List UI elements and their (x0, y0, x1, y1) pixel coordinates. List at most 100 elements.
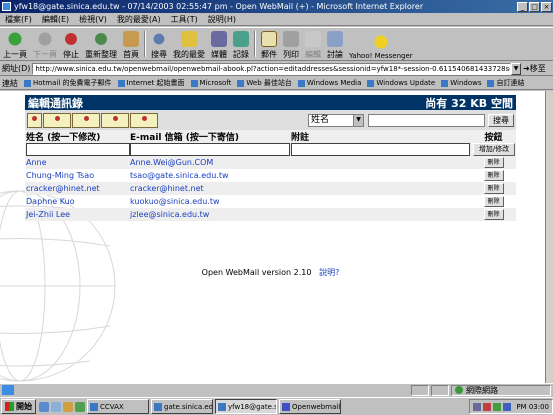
help-link[interactable]: 說明? (319, 268, 339, 277)
contact-email-link[interactable]: tsao@gate.sinica.edu.tw (130, 171, 229, 180)
messenger-button[interactable]: Yahoo! Messenger (346, 28, 416, 60)
forward-arrow-icon (37, 31, 53, 47)
close-button[interactable]: × (541, 1, 552, 12)
add-modify-button[interactable]: 增加/修改 (473, 142, 515, 156)
favorites-label: 我的最愛 (173, 50, 205, 59)
quicklaunch-desktop-icon[interactable] (51, 401, 61, 412)
tray-icon[interactable] (483, 402, 492, 411)
search-submit-button[interactable]: 搜尋 (488, 113, 514, 127)
import-addressbook-button[interactable] (43, 112, 71, 128)
contact-email-link[interactable]: jzlee@sinica.edu.tw (130, 210, 209, 219)
note-input[interactable] (291, 142, 470, 156)
page-icon (190, 79, 198, 87)
export-addressbook-button[interactable] (101, 112, 129, 128)
minimize-button[interactable]: _ (517, 1, 528, 12)
contact-email-link[interactable]: cracker@hinet.net (130, 184, 204, 193)
print-button[interactable]: 列印 (280, 28, 302, 60)
task-ccvax[interactable]: CCVAX (87, 399, 149, 414)
tray-icon[interactable] (493, 402, 502, 411)
quicklaunch-outlook-icon[interactable] (63, 401, 73, 412)
tray-icon[interactable] (503, 402, 512, 411)
table-row: Anne Anne.Wei@Gun.COM 刪除 (25, 156, 516, 169)
contact-email-link[interactable]: Anne.Wei@Gun.COM (130, 158, 213, 167)
start-button[interactable]: 開始 (1, 399, 36, 414)
address-dropdown-button[interactable]: ▼ (511, 62, 521, 75)
forward-button[interactable]: 下一頁 (30, 28, 60, 60)
email-input[interactable] (130, 142, 290, 156)
contact-name-link[interactable]: Daphne Kuo (26, 197, 75, 206)
name-input[interactable] (26, 142, 130, 156)
edit-label: 編輯 (305, 50, 321, 59)
delete-button[interactable]: 刪除 (483, 196, 504, 207)
contact-name-link[interactable]: Anne (26, 158, 47, 167)
clear-addressbook-button[interactable] (130, 112, 158, 128)
task-openwebmail[interactable]: Openwebmail (279, 399, 341, 414)
address-bar: 網址(D) http://www.sinica.edu.tw/openwebma… (0, 62, 553, 76)
link-item[interactable]: Microsoft (188, 79, 235, 87)
address-input[interactable]: http://www.sinica.edu.tw/openwebmail/ope… (32, 62, 511, 75)
delete-button[interactable]: 刪除 (483, 157, 504, 168)
menu-favorites[interactable]: 我的最愛(A) (112, 14, 166, 25)
status-cell (431, 384, 449, 396)
task-yfw18[interactable]: yfw18@gate.sin... (215, 399, 277, 414)
favorites-button[interactable]: 我的最愛 (170, 28, 208, 60)
go-button[interactable]: ➜ 移至 (523, 63, 553, 74)
menu-edit[interactable]: 編輯(E) (37, 14, 74, 25)
refresh-label: 重新整理 (85, 50, 117, 59)
discuss-button[interactable]: 討論 (324, 28, 346, 60)
status-bar: 網際網路 (0, 383, 553, 396)
col-action-header: 按鈕 (484, 132, 503, 143)
back-button[interactable]: 上一頁 (0, 28, 30, 60)
contact-name-link[interactable]: cracker@hinet.net (26, 184, 100, 193)
quota-text: 尚有 32 KB 空間 (425, 96, 513, 110)
delete-button[interactable]: 刪除 (483, 170, 504, 181)
history-button[interactable]: 記錄 (230, 28, 252, 60)
link-item[interactable]: Windows (438, 79, 484, 87)
version-text: Open WebMail version 2.10 (201, 268, 312, 277)
quicklaunch-app-icon[interactable] (75, 401, 85, 412)
back-to-mail-button[interactable] (27, 112, 42, 128)
table-row: Jei-Zhii Lee jzlee@sinica.edu.tw 刪除 (25, 208, 516, 221)
link-item[interactable]: Web 最佳站台 (234, 78, 295, 88)
link-item[interactable]: Windows Update (364, 79, 438, 87)
edit-button[interactable]: 編輯 (302, 28, 324, 60)
contact-name-link[interactable]: Jei-Zhii Lee (26, 210, 70, 219)
search-button[interactable]: 搜尋 (148, 28, 170, 60)
mail-button[interactable]: 郵件 (258, 28, 280, 60)
stop-button[interactable]: 停止 (60, 28, 82, 60)
addressbook-header: 編輯通訊錄 尚有 32 KB 空間 (25, 95, 516, 110)
search-input[interactable] (368, 113, 485, 127)
task-gate[interactable]: gate.sinica.edu... (151, 399, 213, 414)
link-item[interactable]: Windows Media (295, 79, 365, 87)
tray-icon[interactable] (473, 402, 482, 411)
home-button[interactable]: 首頁 (120, 28, 142, 60)
link-item[interactable]: 自訂連結 (484, 78, 527, 88)
contact-email-link[interactable]: kuokuo@sinica.edu.tw (130, 197, 220, 206)
link-item[interactable]: Hotmail 的免費電子郵件 (21, 78, 115, 88)
menu-help[interactable]: 說明(H) (203, 14, 241, 25)
media-button[interactable]: 媒體 (208, 28, 230, 60)
link-item[interactable]: Internet 起始畫面 (115, 78, 188, 88)
menu-tools[interactable]: 工具(T) (166, 14, 203, 25)
menu-view[interactable]: 檢視(V) (74, 14, 112, 25)
delete-button[interactable]: 刪除 (483, 209, 504, 220)
favorites-star-icon (181, 31, 197, 47)
footer: Open WebMail version 2.10 說明? (25, 267, 516, 278)
status-cell (411, 384, 429, 396)
home-icon (123, 31, 139, 47)
contact-name-link[interactable]: Chung-Ming Tsao (26, 171, 94, 180)
windows-flag-icon (5, 402, 14, 411)
page-icon (367, 79, 375, 87)
search-field-value: 姓名 (311, 114, 330, 125)
refresh-button[interactable]: 重新整理 (82, 28, 120, 60)
ie-icon (2, 2, 11, 11)
search-field-select[interactable]: 姓名 ▼ (308, 113, 364, 127)
start-label: 開始 (16, 402, 32, 411)
menu-file[interactable]: 檔案(F) (0, 14, 37, 25)
quicklaunch-ie-icon[interactable] (39, 401, 49, 412)
page-icon (487, 79, 495, 87)
maximize-button[interactable]: □ (529, 1, 540, 12)
vertical-scrollbar[interactable] (545, 91, 553, 383)
delete-button[interactable]: 刪除 (483, 183, 504, 194)
import-addressbook-2-button[interactable] (72, 112, 100, 128)
